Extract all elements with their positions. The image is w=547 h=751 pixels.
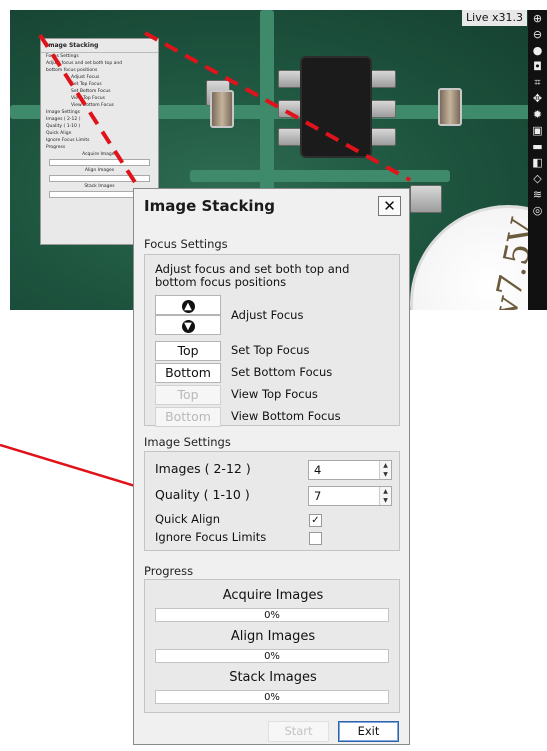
image-stacking-dialog: Image Stacking ✕ Focus Settings Adjust f…: [133, 188, 410, 745]
mini-progress-bar: [49, 175, 150, 182]
crop-icon[interactable]: ⌗: [531, 76, 544, 89]
zoom-in-icon[interactable]: ⊕: [531, 12, 544, 25]
progress-heading: Progress: [144, 564, 194, 578]
mini-line: Adjust focus and set both top and: [46, 61, 123, 66]
smd-capacitor: [438, 88, 462, 126]
align-progress-text: 0%: [264, 651, 280, 662]
stack-progress-bar: 0%: [155, 690, 389, 704]
adjust-focus-label: Adjust Focus: [231, 308, 304, 322]
solder-pad: [410, 185, 442, 213]
mini-line: Set Top Focus: [71, 82, 102, 87]
focus-down-button[interactable]: ▼: [155, 315, 221, 335]
focus-settings-group: Adjust focus and set both top and bottom…: [144, 254, 400, 427]
start-button[interactable]: Start: [268, 721, 329, 742]
move-icon[interactable]: ✥: [531, 92, 544, 105]
images-count-value: 4: [314, 463, 322, 477]
mini-line: Images ( 2-12 ): [46, 117, 81, 122]
spin-arrows-icon[interactable]: ▲ ▼: [379, 461, 391, 479]
electrolytic-capacitor: 2v7.5V: [410, 205, 547, 310]
view-top-button[interactable]: Top: [155, 385, 221, 405]
quality-label: Quality ( 1-10 ): [155, 487, 250, 502]
solder-pad: [370, 100, 396, 118]
mini-dialog-title: Image Stacking: [41, 39, 158, 53]
align-progress-bar: 0%: [155, 649, 389, 663]
save-icon[interactable]: ▣: [531, 124, 544, 137]
mini-line: View Bottom Focus: [71, 103, 114, 108]
mini-line: Acquire Images: [82, 152, 117, 157]
mini-line: Ignore Focus Limits: [46, 138, 90, 143]
quality-spinbox[interactable]: 7 ▲ ▼: [308, 486, 392, 506]
set-bottom-button[interactable]: Bottom: [155, 363, 221, 383]
folder-icon[interactable]: ▬: [531, 140, 544, 153]
mini-line: Progress: [46, 145, 66, 150]
record-icon[interactable]: ●: [531, 44, 544, 57]
smd-capacitor: [210, 90, 234, 128]
mini-line: Quality ( 1-10 ): [46, 124, 81, 129]
compare-icon[interactable]: ◧: [531, 156, 544, 169]
spin-arrows-icon[interactable]: ▲ ▼: [379, 487, 391, 505]
mini-line: Quick Align: [46, 131, 72, 136]
solder-pad: [278, 70, 304, 88]
mini-line: Image Settings: [46, 110, 80, 115]
viewer-toolbar: ⊕ ⊖ ● ◘ ⌗ ✥ ✹ ▣ ▬ ◧ ◇ ≋ ◎: [528, 10, 547, 310]
close-button[interactable]: ✕: [378, 196, 401, 216]
focus-description: Adjust focus and set both top and bottom…: [155, 262, 350, 289]
quick-align-label: Quick Align: [155, 512, 221, 526]
zoom-readout: Live x31.3: [462, 10, 527, 26]
image-settings-heading: Image Settings: [144, 435, 231, 449]
set-top-focus-label: Set Top Focus: [231, 343, 310, 357]
ignore-focus-limits-checkbox[interactable]: [309, 532, 322, 545]
mini-line: View Top Focus: [71, 96, 105, 101]
acquire-progress-text: 0%: [264, 610, 280, 621]
mini-line: Set Bottom Focus: [71, 89, 111, 94]
align-images-label: Align Images: [230, 629, 316, 644]
ignore-focus-limits-label: Ignore Focus Limits: [155, 530, 267, 544]
mini-line: Align Images: [84, 168, 115, 173]
mini-line: Focus Settings: [46, 54, 79, 59]
set-top-button[interactable]: Top: [155, 341, 221, 361]
dialog-title: Image Stacking: [144, 197, 275, 215]
mini-progress-bar: [49, 159, 150, 166]
measure-icon[interactable]: ◇: [531, 172, 544, 185]
set-bottom-focus-label: Set Bottom Focus: [231, 365, 333, 379]
view-top-focus-label: View Top Focus: [231, 387, 318, 401]
exit-button[interactable]: Exit: [338, 721, 399, 742]
mini-line: Adjust Focus: [71, 75, 100, 80]
arrow-up-icon: ▲: [181, 300, 195, 313]
quality-value: 7: [314, 489, 322, 503]
layers-icon[interactable]: ≋: [531, 188, 544, 201]
stack-images-label: Stack Images: [229, 670, 317, 685]
quick-align-checkbox[interactable]: ✓: [309, 514, 322, 527]
focus-up-button[interactable]: ▲: [155, 295, 221, 315]
images-count-label: Images ( 2-12 ): [155, 461, 251, 476]
solder-pad: [278, 100, 304, 118]
image-settings-group: Images ( 2-12 ) 4 ▲ ▼ Quality ( 1-10 ) 7 …: [144, 451, 400, 551]
pcb-trace: [190, 170, 450, 182]
images-count-spinbox[interactable]: 4 ▲ ▼: [308, 460, 392, 480]
solder-pad: [278, 128, 304, 146]
ic-chip: [302, 58, 370, 156]
acquire-progress-bar: 0%: [155, 608, 389, 622]
solder-pad: [370, 128, 396, 146]
view-bottom-focus-label: View Bottom Focus: [231, 409, 341, 423]
progress-group: Acquire Images 0% Align Images 0% Stack …: [144, 579, 400, 713]
zoom-out-icon[interactable]: ⊖: [531, 28, 544, 41]
stack-progress-text: 0%: [264, 692, 280, 703]
arrow-down-icon: ▼: [181, 320, 195, 333]
dialog-titlebar: Image Stacking ✕: [134, 189, 409, 227]
solder-pad: [370, 70, 396, 88]
focus-settings-heading: Focus Settings: [144, 237, 228, 251]
mini-line: bottom focus positions: [46, 68, 98, 73]
settings-icon[interactable]: ✹: [531, 108, 544, 121]
view-bottom-button[interactable]: Bottom: [155, 407, 221, 427]
camera-icon[interactable]: ◘: [531, 60, 544, 73]
info-icon[interactable]: ◎: [531, 204, 544, 217]
acquire-images-label: Acquire Images: [222, 588, 324, 603]
